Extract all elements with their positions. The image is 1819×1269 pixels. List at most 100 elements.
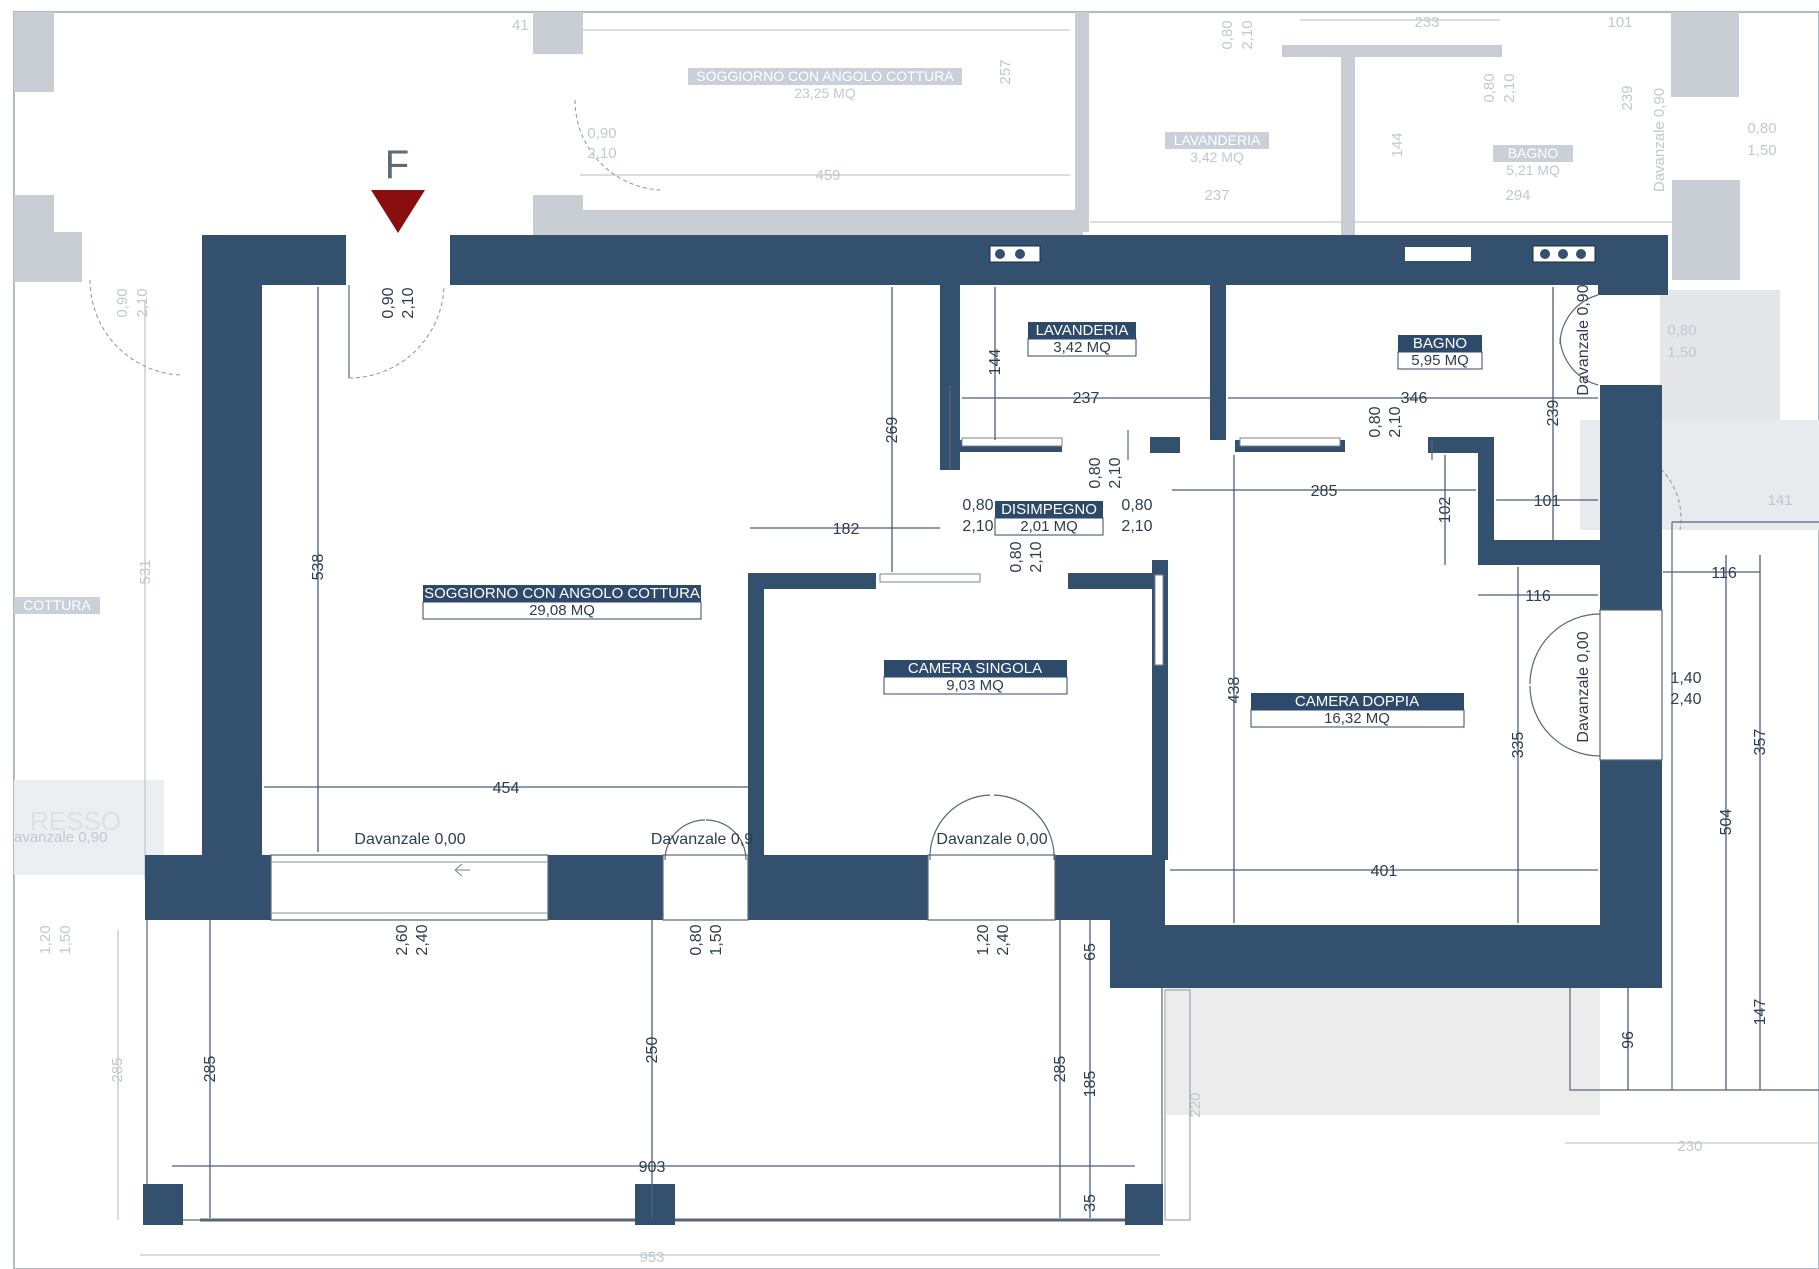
dim-285-right: 285 [1052,1056,1069,1083]
svg-text:1,20: 1,20 [37,925,54,954]
svg-text:1,50: 1,50 [57,925,74,954]
svg-text:531: 531 [137,559,154,584]
dim-285-left: 285 [202,1056,219,1083]
svg-text:2,10: 2,10 [1028,541,1045,572]
svg-text:1,40: 1,40 [1670,670,1701,687]
dim-239: 239 [1545,400,1562,427]
room-camera-doppia-area: 16,32 MQ [1324,710,1390,727]
ghost-room-soggiorno-name: SOGGIORNO CON ANGOLO COTTURA [696,68,954,84]
dim-504: 504 [1718,809,1735,836]
dim-357: 357 [1752,729,1769,756]
svg-text:257: 257 [997,59,1014,84]
sill-middle: Davanzale 0,9 [651,831,753,848]
dim-116-outer: 116 [1711,565,1737,582]
ghost-room-lavanderia-area: 3,42 MQ [1190,149,1244,165]
svg-text:237: 237 [1204,187,1229,204]
dim-401: 401 [1371,863,1398,880]
svg-text:1,20: 1,20 [975,924,992,955]
svg-text:2,10: 2,10 [587,145,616,162]
sill-bagno: Davanzale 0,90 [1575,284,1592,395]
ghost-room-bagno-name: BAGNO [1508,145,1559,161]
room-camera-singola-name: CAMERA SINGOLA [908,660,1042,677]
room-lavanderia-area: 3,42 MQ [1053,339,1111,356]
dim-102: 102 [1437,497,1454,524]
svg-text:0,80: 0,80 [1747,120,1776,137]
room-lavanderia: LAVANDERIA 3,42 MQ [1027,322,1137,357]
svg-text:1,50: 1,50 [1747,142,1776,159]
sill-soggiorno: Davanzale 0,00 [354,831,465,848]
ghost-room-lavanderia-name: LAVANDERIA [1174,132,1261,148]
svg-text:avanzale 0,90: avanzale 0,90 [14,829,107,846]
svg-text:2,10: 2,10 [400,287,417,318]
dim-116-inner: 116 [1525,588,1551,605]
svg-text:230: 230 [1677,1138,1702,1155]
room-bagno-name: BAGNO [1413,335,1467,352]
ghost-room-bagno-area: 5,21 MQ [1506,162,1560,178]
room-camera-singola: CAMERA SINGOLA 9,03 MQ [883,660,1068,695]
svg-text:285: 285 [109,1057,126,1082]
svg-text:459: 459 [815,167,840,184]
svg-text:41: 41 [512,17,529,34]
svg-text:1,50: 1,50 [708,924,725,955]
svg-text:2,10: 2,10 [1121,518,1152,535]
svg-text:294: 294 [1505,187,1530,204]
sill-camera-singola: Davanzale 0,00 [936,831,1047,848]
svg-text:0,80: 0,80 [1121,497,1152,514]
svg-text:2,60: 2,60 [394,924,411,955]
room-disimpegno-name: DISIMPEGNO [1001,501,1097,518]
dim-101: 101 [1534,493,1561,510]
svg-text:2,10: 2,10 [1107,457,1124,488]
dim-96: 96 [1620,1031,1637,1049]
dim-903: 903 [639,1159,666,1176]
svg-text:0,80: 0,80 [688,924,705,955]
ghost-room-cottura-name: COTTURA [23,597,91,613]
svg-text:2,10: 2,10 [1387,406,1404,437]
dim-185: 185 [1082,1071,1099,1098]
svg-text:0,80: 0,80 [1367,406,1384,437]
dim-438: 438 [1226,677,1243,704]
svg-text:Davanzale 0,90: Davanzale 0,90 [1651,88,1668,192]
dim-335: 335 [1510,732,1527,759]
dim-250: 250 [644,1037,661,1064]
svg-text:2,40: 2,40 [414,924,431,955]
svg-text:2,10: 2,10 [134,288,151,317]
room-disimpegno-area: 2,01 MQ [1020,518,1078,535]
dim-144: 144 [987,349,1004,376]
svg-text:141: 141 [1767,492,1792,509]
room-camera-singola-area: 9,03 MQ [946,677,1004,694]
room-soggiorno: SOGGIORNO CON ANGOLO COTTURA 29,08 MQ [422,585,702,620]
svg-text:2,10: 2,10 [1239,20,1256,49]
dim-285-corridor: 285 [1311,483,1338,500]
dim-35: 35 [1082,1194,1099,1212]
dim-269: 269 [884,417,901,444]
svg-text:2,10: 2,10 [1501,73,1518,102]
svg-text:2,40: 2,40 [995,924,1012,955]
svg-text:0,90: 0,90 [114,288,131,317]
svg-text:0,90: 0,90 [380,287,397,318]
dim-65: 65 [1082,943,1099,961]
room-camera-doppia-name: CAMERA DOPPIA [1295,693,1419,710]
room-bagno-area: 5,95 MQ [1411,352,1469,369]
dim-538: 538 [310,554,327,581]
ghost-dim-080d: 0,80 [1667,322,1696,339]
svg-text:0,90: 0,90 [587,125,616,142]
floor-plan: SOGGIORNO CON ANGOLO COTTURA 23,25 MQ LA… [13,11,1819,1269]
svg-text:2,40: 2,40 [1670,691,1701,708]
svg-text:233: 233 [1414,14,1439,31]
dim-237: 237 [1073,390,1100,407]
room-disimpegno: DISIMPEGNO 2,01 MQ [994,501,1104,536]
room-soggiorno-area: 29,08 MQ [529,602,595,619]
entry-marker-letter: F [385,143,409,187]
svg-text:101: 101 [1607,14,1632,31]
ghost-dim-150c: 1,50 [1667,344,1696,361]
svg-text:144: 144 [1389,132,1406,157]
svg-text:0,80: 0,80 [1219,20,1236,49]
svg-text:239: 239 [1619,85,1636,110]
svg-text:0,80: 0,80 [1481,73,1498,102]
svg-text:0,80: 0,80 [962,497,993,514]
room-soggiorno-name: SOGGIORNO CON ANGOLO COTTURA [424,585,700,602]
ghost-room-soggiorno-area: 23,25 MQ [794,85,856,101]
dim-147: 147 [1752,999,1769,1026]
dim-346: 346 [1401,390,1428,407]
dim-454: 454 [493,780,520,797]
